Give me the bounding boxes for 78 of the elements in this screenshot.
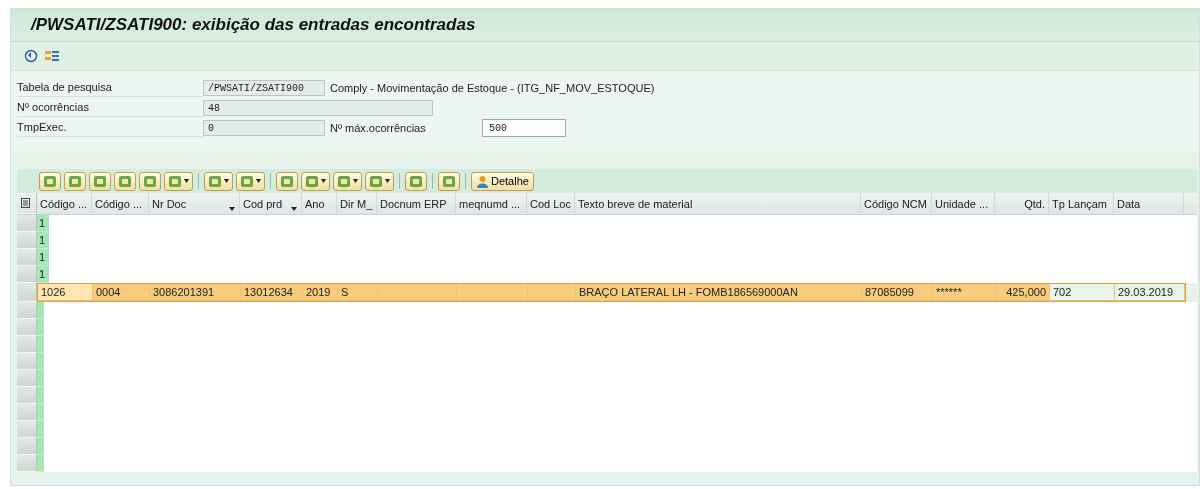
column-header[interactable]: Unidade ... [932,193,995,214]
table-row[interactable] [37,353,44,370]
table-row[interactable] [37,319,44,336]
row-selector[interactable] [17,302,37,319]
caret-icon [256,179,261,183]
column-header[interactable]: Código NCM [861,193,932,214]
table-row[interactable] [37,455,44,472]
settings-icon[interactable] [43,48,61,64]
readonly-field[interactable]: 48 [203,100,433,116]
row-selector[interactable] [17,319,37,336]
table-row[interactable] [37,404,44,421]
readonly-field[interactable]: 0 [203,120,325,136]
readonly-field[interactable]: /PWSATI/ZSATI900 [203,80,325,96]
table-cell: 0004 [96,286,121,298]
dropdown-button[interactable] [333,171,362,191]
table-row[interactable] [37,336,44,353]
table-cell: S [341,286,349,298]
caret-icon [353,179,358,183]
row-selector[interactable] [17,404,37,421]
table-cell: 425,000 [1006,286,1046,298]
field-label: Tabela de pesquisa [17,79,203,97]
table-row[interactable] [37,421,44,438]
table-cell: 13012634 [244,286,293,298]
table-cell: 29.03.2019 [1118,286,1174,298]
dropdown-button[interactable] [236,171,265,191]
field-description: Comply - Movimentação de Estoque - (ITG_NF_MOV_ESTOQUE) [330,82,655,94]
table-cell: 87085099 [865,286,914,298]
field-label: TmpExec. [17,119,203,137]
column-header[interactable]: Docnum ERP [377,193,456,214]
column-header[interactable]: Cod prd [240,193,302,214]
window-title: /PWSATI/ZSATI900: exibição das entradas encontradas [31,15,476,35]
column-header[interactable]: meqnumd ... [456,193,527,214]
dropdown-button[interactable] [164,171,193,191]
caret-icon [385,179,390,183]
row-selector[interactable] [17,336,37,353]
table-row[interactable] [37,302,44,319]
input-field[interactable]: 500 [482,119,566,137]
row-selector[interactable] [17,455,37,472]
caret-icon [184,179,189,183]
field-label: Nº ocorrências [17,99,203,117]
column-header[interactable]: Código ... [37,193,92,214]
table-row[interactable] [37,370,44,387]
dropdown-button[interactable] [301,171,330,191]
caret-icon [224,179,229,183]
table-row[interactable] [37,387,44,404]
row-selector[interactable] [17,249,37,266]
row-selector[interactable] [17,421,37,438]
row-selector[interactable] [17,283,37,302]
dropdown-button[interactable] [204,171,233,191]
column-header[interactable]: Qtd. [995,193,1049,214]
detail-button[interactable]: Detalhe [471,171,534,191]
field-label: Nº máx.ocorrências [330,122,427,134]
row-selector[interactable] [17,232,37,249]
column-header[interactable]: Cod Loc [527,193,575,214]
row-selector[interactable] [17,438,37,455]
column-header[interactable]: Data [1114,193,1184,214]
column-header[interactable]: Ano [302,193,337,214]
column-header[interactable]: Nr Doc [149,193,240,214]
select-all-icon[interactable] [17,193,37,214]
row-selector[interactable] [17,266,37,283]
row-selector[interactable] [17,370,37,387]
column-header[interactable]: Dir M_ [337,193,377,214]
table-cell: 2019 [306,286,331,298]
row-selector[interactable] [17,353,37,370]
table-row[interactable] [37,438,44,455]
table-row[interactable]: 1026 0004 3086201391 13012634 2019 S BRAÇO LATERAL LH - FOMB186569000AN 87085099 ****** 425,000 702 29.03.2019 [37,283,1186,302]
table-cell: 1026 [41,286,66,298]
person-icon [476,174,489,188]
table-cell: ****** [936,286,962,298]
column-header[interactable]: Código ... [92,193,149,214]
table-cell: BRAÇO LATERAL LH - FOMB186569000AN [579,286,798,298]
table-cell: 3086201391 [153,286,215,298]
column-header[interactable]: Texto breve de material [575,193,861,214]
column-header[interactable]: Tp Lançam [1049,193,1114,214]
row-selector[interactable] [17,387,37,404]
table-cell: 702 [1053,286,1072,298]
dropdown-button[interactable] [365,171,394,191]
caret-icon [321,179,326,183]
